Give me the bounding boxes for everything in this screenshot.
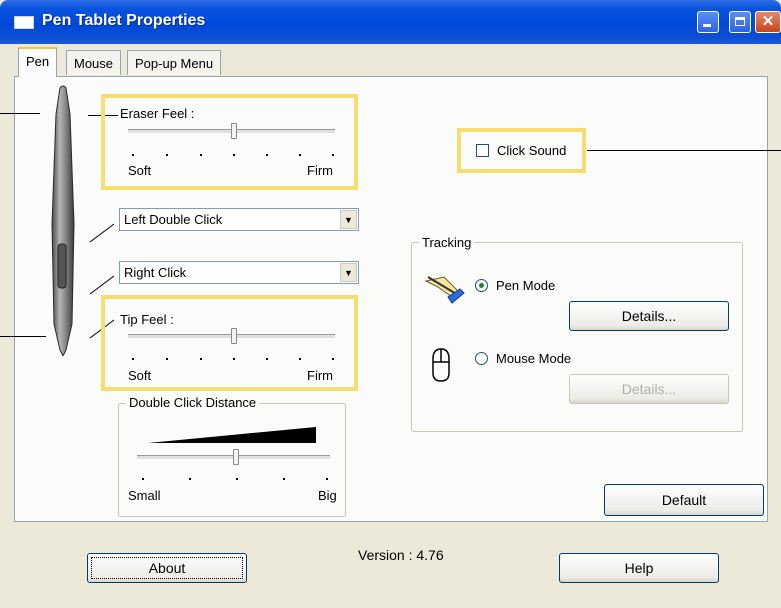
slider-tick-mark xyxy=(233,358,235,360)
double-click-distance-label: Double Click Distance xyxy=(126,395,260,410)
side-button-upper-value: Left Double Click xyxy=(124,212,223,227)
slider-tick-mark xyxy=(233,154,235,156)
maximize-icon xyxy=(730,12,750,32)
slider-tick-mark xyxy=(236,478,238,480)
maximize-button[interactable] xyxy=(729,11,751,33)
version-label: Version : 4.76 xyxy=(358,547,444,563)
click-sound-label[interactable]: Click Sound xyxy=(497,143,566,158)
slider-tick-mark xyxy=(132,358,134,360)
about-button[interactable]: About xyxy=(87,553,247,583)
mouse-mode-label[interactable]: Mouse Mode xyxy=(496,351,571,366)
side-button-upper-select[interactable]: Left Double Click ▼ xyxy=(119,208,359,231)
slider-tick-mark xyxy=(166,358,168,360)
pen-illustration xyxy=(51,85,75,356)
slider-tick-mark xyxy=(326,478,328,480)
slider-tick-mark xyxy=(332,358,334,360)
callout-line-click-sound xyxy=(587,150,781,151)
slider-tick-mark xyxy=(200,358,202,360)
callout-line-eraser xyxy=(0,113,40,114)
window-title: Pen Tablet Properties xyxy=(42,12,206,29)
minimize-button[interactable] xyxy=(697,11,719,33)
double-click-distance-min-label: Small xyxy=(128,488,161,503)
side-button-lower-value: Right Click xyxy=(124,265,187,280)
pen-mode-icon xyxy=(424,276,465,304)
tracking-label: Tracking xyxy=(419,235,475,250)
slider-tick-mark xyxy=(189,478,191,480)
slider-tick-mark xyxy=(283,478,285,480)
slider-tick-mark xyxy=(142,478,144,480)
click-sound-checkbox[interactable] xyxy=(476,144,489,157)
close-button[interactable]: ✕ xyxy=(755,11,781,33)
side-button-lower-select[interactable]: Right Click ▼ xyxy=(119,261,359,284)
tab-mouse[interactable]: Mouse xyxy=(66,50,122,75)
mouse-mode-details-button[interactable]: Details... xyxy=(569,374,729,404)
help-button[interactable]: Help xyxy=(559,553,719,583)
slider-tick-mark xyxy=(299,154,301,156)
eraser-feel-label: Eraser Feel : xyxy=(120,106,195,121)
pen-mode-radio[interactable] xyxy=(475,279,488,292)
pen-tablet-properties-window: Pen Tablet Properties ✕ Pen Mouse Pop-up… xyxy=(0,0,781,608)
eraser-feel-slider-thumb[interactable] xyxy=(231,123,237,139)
slider-tick-mark xyxy=(200,154,202,156)
dropdown-arrow-icon[interactable]: ▼ xyxy=(340,210,357,229)
default-button[interactable]: Default xyxy=(604,484,764,516)
close-icon: ✕ xyxy=(761,13,775,30)
callout-line-tip xyxy=(0,336,46,337)
slider-tick-mark xyxy=(266,358,268,360)
tab-pen[interactable]: Pen xyxy=(18,47,58,77)
slider-tick-mark xyxy=(132,154,134,156)
eraser-feel-max-label: Firm xyxy=(307,163,333,178)
slider-tick-mark xyxy=(166,154,168,156)
tip-feel-min-label: Soft xyxy=(128,368,152,383)
slider-tick-mark xyxy=(299,358,301,360)
eraser-feel-min-label: Soft xyxy=(128,163,152,178)
mouse-mode-icon xyxy=(432,348,450,382)
minimize-icon xyxy=(698,12,718,32)
pen-mode-details-button[interactable]: Details... xyxy=(569,301,729,331)
title-bar[interactable]: Pen Tablet Properties ✕ xyxy=(0,0,781,44)
window-icon xyxy=(14,16,34,29)
slider-tick-mark xyxy=(266,154,268,156)
slider-tick-mark xyxy=(332,154,334,156)
double-click-distance-wedge xyxy=(148,427,316,443)
tab-popup-menu[interactable]: Pop-up Menu xyxy=(127,50,222,75)
mouse-mode-radio[interactable] xyxy=(475,352,488,365)
tip-feel-slider-thumb[interactable] xyxy=(231,328,237,344)
dropdown-arrow-icon[interactable]: ▼ xyxy=(340,263,357,282)
pen-mode-label[interactable]: Pen Mode xyxy=(496,278,555,293)
double-click-distance-max-label: Big xyxy=(318,488,337,503)
tip-feel-label: Tip Feel : xyxy=(120,312,174,327)
double-click-distance-slider-thumb[interactable] xyxy=(233,449,239,465)
tip-feel-max-label: Firm xyxy=(307,368,333,383)
